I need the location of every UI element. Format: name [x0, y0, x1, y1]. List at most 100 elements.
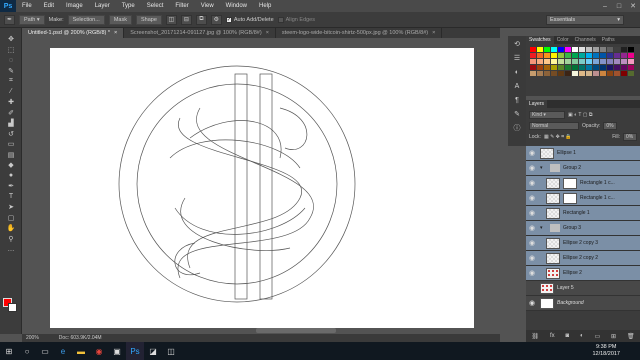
align-edges-checkbox[interactable]: [277, 16, 284, 23]
file-explorer-icon[interactable]: ▬: [72, 342, 90, 360]
color-swatch[interactable]: [544, 59, 550, 64]
color-swatch[interactable]: [530, 59, 536, 64]
group-expand-icon[interactable]: ▾: [540, 225, 546, 231]
mode-dropdown[interactable]: Path ▾: [19, 14, 45, 25]
minimize-icon[interactable]: –: [598, 0, 612, 12]
edit-toolbar-icon[interactable]: …: [3, 244, 19, 255]
menu-help[interactable]: Help: [253, 3, 277, 9]
gear-icon[interactable]: ⚙: [210, 14, 222, 25]
color-swatch[interactable]: [558, 65, 564, 70]
workspace-dropdown[interactable]: Essentials ▾: [546, 15, 624, 25]
auto-add-delete-checkbox[interactable]: ✓: [225, 16, 232, 23]
menu-filter[interactable]: Filter: [169, 3, 194, 9]
photoshop-taskbar-icon[interactable]: Ps: [126, 342, 144, 360]
color-swatch[interactable]: [607, 71, 613, 76]
color-swatch[interactable]: [572, 59, 578, 64]
visibility-eye-icon[interactable]: ◉: [526, 236, 538, 251]
align-edges-option[interactable]: Align Edges: [277, 16, 315, 23]
fill-field[interactable]: 0%: [623, 133, 637, 141]
color-swatch[interactable]: [572, 47, 578, 52]
visibility-eye-icon[interactable]: ◉: [526, 266, 538, 281]
visibility-eye-icon[interactable]: ◉: [526, 296, 538, 311]
menu-type[interactable]: Type: [116, 3, 141, 9]
color-swatch[interactable]: [593, 65, 599, 70]
new-layer-icon[interactable]: ⊞: [611, 333, 616, 340]
color-swatch[interactable]: [628, 53, 634, 58]
color-swatch[interactable]: [614, 47, 620, 52]
brush-presets-icon[interactable]: ✎: [510, 108, 524, 120]
trash-icon[interactable]: 🗑: [627, 333, 635, 340]
kind-filter-dropdown[interactable]: Kind ▾: [529, 111, 565, 119]
layer-row[interactable]: ◉ Ellipse 2 copy 2: [526, 251, 640, 266]
color-swatch[interactable]: [537, 59, 543, 64]
maximize-icon[interactable]: □: [612, 0, 626, 12]
color-swatch[interactable]: [551, 53, 557, 58]
menu-view[interactable]: View: [195, 3, 220, 9]
tab-paths[interactable]: Paths: [599, 36, 618, 44]
properties-icon[interactable]: ☰: [510, 52, 524, 64]
visibility-eye-icon[interactable]: ◉: [526, 161, 538, 176]
layer-mask-thumbnail[interactable]: [563, 177, 577, 189]
color-swatch[interactable]: [530, 71, 536, 76]
auto-add-delete-option[interactable]: ✓ Auto Add/Delete: [225, 16, 274, 23]
system-clock[interactable]: 9:38 PM 12/18/2017: [592, 344, 620, 358]
close-tab-icon[interactable]: ×: [114, 30, 117, 36]
color-swatch[interactable]: [579, 65, 585, 70]
menu-image[interactable]: Image: [60, 3, 89, 9]
cortana-icon[interactable]: ○: [18, 342, 36, 360]
color-swatch[interactable]: [614, 53, 620, 58]
color-swatch[interactable]: [565, 65, 571, 70]
color-swatch[interactable]: [537, 53, 543, 58]
layer-row[interactable]: ◉ Ellipse 2 copy 3: [526, 236, 640, 251]
menu-edit[interactable]: Edit: [38, 3, 60, 9]
color-swatch[interactable]: [621, 53, 627, 58]
layer-row[interactable]: ◉ Background: [526, 296, 640, 311]
visibility-eye-icon[interactable]: ◉: [526, 206, 538, 221]
marquee-tool-icon[interactable]: ⬚: [3, 45, 19, 56]
document-tab[interactable]: steem-logo-wide-bitcoin-shirtz-500px.jpg…: [276, 28, 443, 38]
color-swatch[interactable]: [537, 65, 543, 70]
color-swatch[interactable]: [558, 59, 564, 64]
color-swatch[interactable]: [551, 47, 557, 52]
color-swatch[interactable]: [586, 59, 592, 64]
color-swatch[interactable]: [628, 47, 634, 52]
color-swatch[interactable]: [537, 71, 543, 76]
layer-group-row[interactable]: ◉ ▾ Group 2: [526, 161, 640, 176]
color-swatch[interactable]: [558, 47, 564, 52]
visibility-eye-icon[interactable]: ◉: [526, 176, 538, 191]
color-swatch[interactable]: [614, 59, 620, 64]
layer-mask-thumbnail[interactable]: [563, 192, 577, 204]
shape-tool-icon[interactable]: ▢: [3, 213, 19, 224]
app-taskbar-icon-1[interactable]: ◪: [144, 342, 162, 360]
healing-tool-icon[interactable]: ✚: [3, 97, 19, 108]
path-operations-icon[interactable]: ◫: [165, 14, 177, 25]
paragraph-icon[interactable]: ¶: [510, 94, 524, 106]
color-swatch[interactable]: [544, 71, 550, 76]
color-swatch[interactable]: [586, 47, 592, 52]
color-swatch[interactable]: [593, 47, 599, 52]
new-group-icon[interactable]: ▭: [594, 333, 600, 340]
layer-row[interactable]: ◉ Ellipse 1: [526, 146, 640, 161]
color-swatch[interactable]: [607, 65, 613, 70]
character-icon[interactable]: A: [510, 80, 524, 92]
blur-tool-icon[interactable]: ◆: [3, 160, 19, 171]
opacity-field[interactable]: 0%: [603, 122, 618, 130]
eraser-tool-icon[interactable]: ▭: [3, 139, 19, 150]
background-color-swatch[interactable]: [8, 303, 17, 312]
menu-window[interactable]: Window: [220, 3, 253, 9]
link-layers-icon[interactable]: ⛓: [531, 333, 539, 340]
group-expand-icon[interactable]: ▾: [540, 165, 546, 171]
dodge-tool-icon[interactable]: ●: [3, 171, 19, 182]
path-alignment-icon[interactable]: ⊟: [180, 14, 192, 25]
close-icon[interactable]: ✕: [626, 0, 640, 12]
color-swatch[interactable]: [621, 65, 627, 70]
color-swatch[interactable]: [586, 71, 592, 76]
visibility-eye-icon[interactable]: [526, 281, 538, 296]
color-swatch[interactable]: [586, 53, 592, 58]
brush-tool-icon[interactable]: ✐: [3, 108, 19, 119]
horizontal-scrollbar[interactable]: [256, 328, 336, 333]
color-swatch[interactable]: [593, 59, 599, 64]
adjustments-icon[interactable]: ◐: [510, 66, 524, 78]
tab-color[interactable]: Color: [554, 36, 572, 44]
color-swatch[interactable]: [565, 71, 571, 76]
